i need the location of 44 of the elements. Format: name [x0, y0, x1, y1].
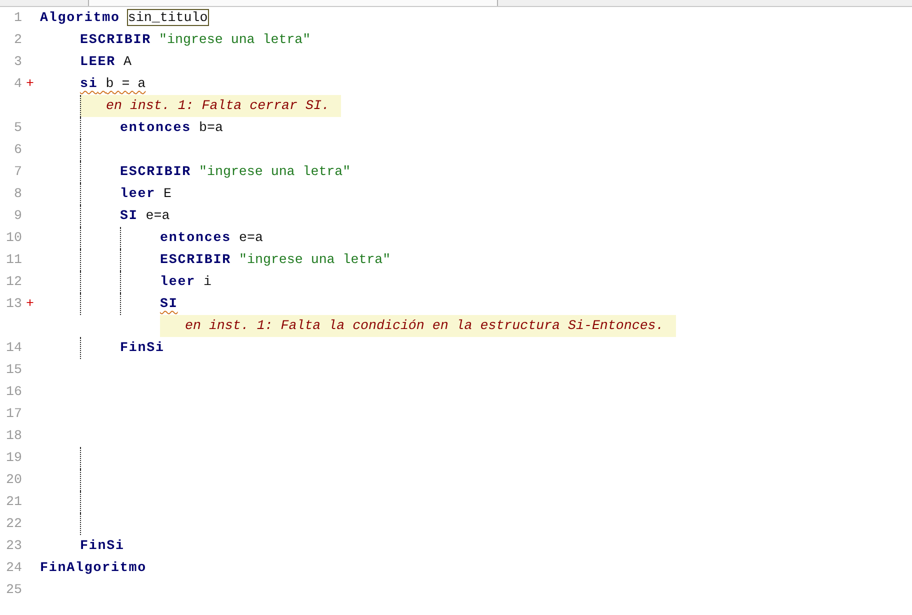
code-line: Algoritmo sin_titulo: [40, 9, 208, 28]
line-number: 15: [5, 361, 22, 380]
fold-marker[interactable]: +: [26, 74, 34, 94]
code-line: ESCRIBIR "ingrese una letra": [160, 251, 391, 270]
code-line: FinSi: [80, 537, 124, 556]
line-number: 11: [5, 251, 22, 270]
code-line: leer E: [120, 185, 172, 204]
line-number: 23: [5, 537, 22, 556]
code-line: entonces b=a: [120, 119, 223, 138]
line-number: 8: [13, 185, 22, 204]
line-number: 22: [5, 515, 22, 534]
error-message: en inst. 1: Falta cerrar SI.: [80, 95, 342, 117]
line-number: 2: [13, 31, 22, 50]
code-line: ESCRIBIR "ingrese una letra": [120, 163, 351, 182]
line-number: 13: [5, 295, 22, 314]
line-number: 4: [13, 75, 22, 94]
line-number: 17: [5, 405, 22, 424]
line-number: 21: [5, 493, 22, 512]
line-number: 20: [5, 471, 22, 490]
line-number: 14: [5, 339, 22, 358]
code-line: leer i: [160, 273, 212, 292]
line-number: 12: [5, 273, 22, 292]
code-line: SI e=a: [120, 207, 170, 226]
code-line: entonces e=a: [160, 229, 263, 248]
error-message: en inst. 1: Falta la condición en la estructura Si-Entonces.: [160, 315, 676, 337]
line-number: 16: [5, 383, 22, 402]
code-line: SI: [160, 295, 178, 314]
line-number: 19: [5, 449, 22, 468]
line-number: 18: [5, 427, 22, 446]
line-number: 1: [13, 9, 22, 28]
line-number: 10: [5, 229, 22, 248]
line-number: 25: [5, 581, 22, 600]
code-line: LEER A: [80, 53, 132, 72]
fold-marker[interactable]: +: [26, 294, 34, 314]
code-line: FinSi: [120, 339, 164, 358]
line-number: 9: [13, 207, 22, 226]
code-line: si b = a: [80, 75, 146, 94]
code-line: FinAlgoritmo: [40, 559, 147, 578]
line-number: 5: [13, 119, 22, 138]
line-number: 6: [13, 141, 22, 160]
code-line: ESCRIBIR "ingrese una letra": [80, 31, 311, 50]
line-number: 3: [13, 53, 22, 72]
line-number: 24: [5, 559, 22, 578]
line-number: 7: [13, 163, 22, 182]
